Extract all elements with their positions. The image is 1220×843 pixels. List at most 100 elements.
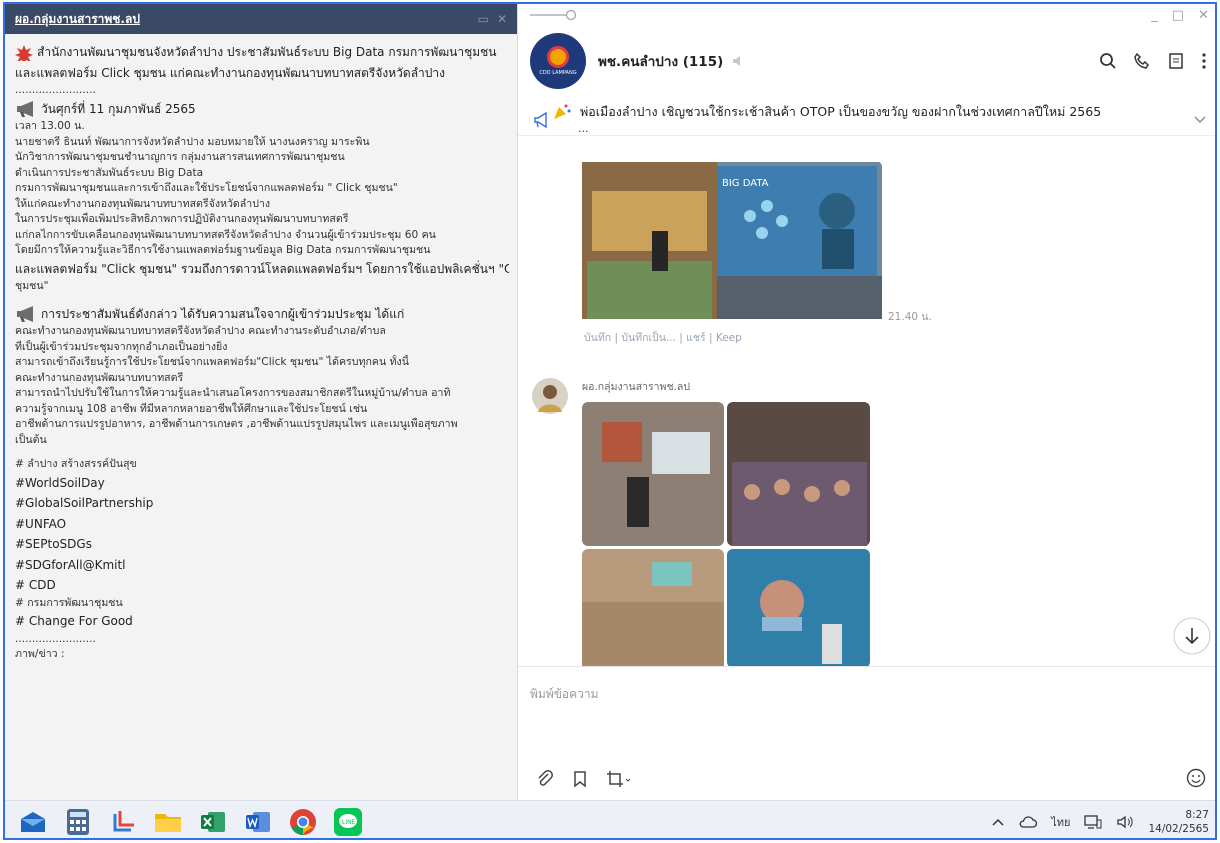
message-input[interactable]: พิมพ์ข้อความ xyxy=(530,685,599,704)
more-menu-icon[interactable] xyxy=(1201,52,1207,70)
note-line-text: กรมการพัฒนาชุมชนและการเข้าถึงและใช้ประโย… xyxy=(15,182,398,194)
note-line-text: ให้แก่คณะทำงานกองทุนพัฒนาบทบาทสตรีจังหวั… xyxy=(15,197,271,210)
note-line-text: และแพลตฟอร์ม "Click ชุมชน" รวมถึงการดาวน… xyxy=(15,261,509,276)
note-line-text: สามารถนำไปปรับใช้ในการให้ความรู้และนำเสน… xyxy=(15,387,451,399)
starburst-icon xyxy=(15,44,33,61)
note-line-text: ........................ xyxy=(15,632,96,645)
note-line: คณะทำงานกองทุนพัฒนาบทบาทสตรีจังหวัดลำปาง… xyxy=(15,324,509,340)
note-line: #SEPtoSDGs xyxy=(15,534,509,555)
notes-icon[interactable] xyxy=(1167,52,1185,70)
cloud-icon[interactable] xyxy=(1019,815,1038,829)
chat-header: CDD LAMPANG พช.คนลำปาง (115) xyxy=(518,26,1215,96)
photo-grid[interactable] xyxy=(582,402,870,666)
note-body[interactable]: สำนักงานพัฒนาชุมชนจังหวัดลำปาง ประชาสัมพ… xyxy=(5,34,517,800)
maximize-icon[interactable]: □ xyxy=(1172,8,1184,23)
note-line-text: ........................ xyxy=(15,84,96,96)
clock-time: 8:27 xyxy=(1185,808,1209,821)
clock-date: 14/02/2565 xyxy=(1148,822,1209,835)
note-line: เป็นต้น xyxy=(15,433,509,449)
language-indicator[interactable]: ไทย xyxy=(1051,813,1070,831)
message-list[interactable]: BIG DATA 21.40 น. บันทึก | บันทึกเป็น...… xyxy=(518,162,1215,666)
pin-slider-icon[interactable] xyxy=(528,8,578,22)
snipping-tool-app-icon[interactable] xyxy=(106,805,140,839)
note-line: และแพลตฟอร์ม Click ชุมชน แก่คณะทำงานกองท… xyxy=(15,63,509,84)
note-window: ผอ.กลุ่มงานสาราพช.ลป ▭ ✕ สำนักงานพัฒนาชุ… xyxy=(5,4,517,800)
restore-icon[interactable]: ▭ xyxy=(478,12,489,26)
mail-app-icon[interactable] xyxy=(16,805,50,839)
note-line-text: วันศุกร์ที่ 11 กุมภาพันธ์ 2565 xyxy=(41,101,196,116)
announcement-more: ... xyxy=(578,122,589,135)
note-line: ในการประชุมเพื่อเพิ่มประสิทธิภาพการปฏิบั… xyxy=(15,212,509,228)
note-line-text: # ลำปาง สร้างสรรค์ปันสุข xyxy=(15,458,137,470)
note-line xyxy=(15,295,509,304)
megaphone-icon xyxy=(17,306,33,322)
announcement-bar[interactable]: พ่อเมืองลำปาง เชิญชวนใช้กระเช้าสินค้า OT… xyxy=(518,96,1215,136)
svg-text:LINE: LINE xyxy=(342,819,356,826)
group-name[interactable]: พช.คนลำปาง (115) xyxy=(598,50,723,72)
group-avatar[interactable]: CDD LAMPANG xyxy=(530,33,586,89)
note-title-bar[interactable]: ผอ.กลุ่มงานสาราพช.ลป ▭ ✕ xyxy=(5,4,517,34)
note-line-text: # CDD xyxy=(15,578,56,592)
note-line-text: ที่เป็นผู้เข้าร่วมประชุมจากทุกอำเภอเป็นอ… xyxy=(15,340,228,353)
close-window-icon[interactable]: ✕ xyxy=(1198,8,1209,23)
message-composer[interactable]: พิมพ์ข้อความ xyxy=(518,666,1215,800)
scroll-down-button[interactable] xyxy=(1172,616,1212,656)
chevron-up-icon[interactable] xyxy=(991,815,1005,829)
note-line: ที่เป็นผู้เข้าร่วมประชุมจากทุกอำเภอเป็นอ… xyxy=(15,340,509,356)
note-line-text: #SEPtoSDGs xyxy=(15,537,92,551)
note-line: # ลำปาง สร้างสรรค์ปันสุข xyxy=(15,457,509,473)
note-line-text: #GlobalSoilPartnership xyxy=(15,496,154,510)
note-line xyxy=(15,448,509,457)
system-tray: ไทย 8:27 14/02/2565 xyxy=(991,808,1215,836)
note-line-text: #WorldSoilDay xyxy=(15,475,105,490)
note-line: นายชาตรี ธินนท์ พัฒนาการจังหวัดลำปาง มอบ… xyxy=(15,135,509,151)
note-line: อาชีพด้านการแปรรูปอาหาร, อาชีพด้านการเกษ… xyxy=(15,417,509,433)
note-line-text: และแพลตฟอร์ม Click ชุมชน แก่คณะทำงานกองท… xyxy=(15,65,446,80)
chevron-down-icon[interactable] xyxy=(1193,112,1207,126)
note-line: คณะทำงานกองทุนพัฒนาบทบาทสตรี xyxy=(15,371,509,387)
note-line: ชุมชน" xyxy=(15,279,509,295)
megaphone-icon xyxy=(17,101,33,117)
note-title: ผอ.กลุ่มงานสาราพช.ลป xyxy=(15,11,140,26)
note-line: นักวิชาการพัฒนาชุมชนชำนาญการ กลุ่มงานสาร… xyxy=(15,150,509,166)
note-line-text: ความรู้จากเมนู 108 อาชีพ ที่มีหลากหลายอา… xyxy=(15,402,368,415)
note-line: โดยมีการให้ความรู้และวิธีการใช้งานแพลตฟอ… xyxy=(15,243,509,259)
note-line: ความรู้จากเมนู 108 อาชีพ ที่มีหลากหลายอา… xyxy=(15,402,509,418)
message-actions[interactable]: บันทึก | บันทึกเป็น... | แชร์ | Keep xyxy=(584,329,742,346)
minimize-icon[interactable]: _ xyxy=(1151,8,1158,23)
screen: ผอ.กลุ่มงานสาราพช.ลป ▭ ✕ สำนักงานพัฒนาชุ… xyxy=(3,2,1217,840)
close-icon[interactable]: ✕ xyxy=(497,12,507,26)
sender-name: ผอ.กลุ่มงานสาราพช.ลป xyxy=(582,381,691,393)
word-app-icon[interactable] xyxy=(241,805,275,839)
phone-icon[interactable] xyxy=(1133,52,1151,70)
network-icon[interactable] xyxy=(1084,814,1102,830)
emoji-icon[interactable] xyxy=(1186,768,1206,788)
calculator-app-icon[interactable] xyxy=(61,805,95,839)
bookmark-icon[interactable] xyxy=(572,770,588,788)
meeting-slide-photo[interactable]: BIG DATA xyxy=(582,162,882,319)
note-line-text: ดำเนินการประชาสัมพันธ์ระบบ Big Data xyxy=(15,166,204,179)
clock[interactable]: 8:27 14/02/2565 xyxy=(1148,808,1209,836)
chrome-app-icon[interactable] xyxy=(286,805,320,839)
slide-title: BIG DATA xyxy=(722,178,769,189)
line-app-icon[interactable]: LINE xyxy=(331,805,365,839)
note-line-text: เป็นต้น xyxy=(15,433,47,446)
note-line: สามารถเข้าถึงเรียนรู้การใช้ประโยชน์จากแพ… xyxy=(15,355,509,371)
note-line-text: คณะทำงานกองทุนพัฒนาบทบาทสตรีจังหวัดลำปาง… xyxy=(15,325,386,337)
note-line-text: #UNFAO xyxy=(15,516,67,531)
screenshot-icon[interactable] xyxy=(606,770,632,788)
note-line: สามารถนำไปปรับใช้ในการให้ความรู้และนำเสน… xyxy=(15,386,509,402)
volume-icon[interactable] xyxy=(1116,814,1134,830)
sender-avatar[interactable] xyxy=(532,378,568,414)
note-line: ........................ xyxy=(15,83,509,99)
note-line: #UNFAO xyxy=(15,514,509,535)
note-line-text: # กรมการพัฒนาชุมชน xyxy=(15,596,123,609)
note-line: ........................ xyxy=(15,632,509,648)
file-explorer-app-icon[interactable] xyxy=(151,805,185,839)
note-line-text: สำนักงานพัฒนาชุมชนจังหวัดลำปาง ประชาสัมพ… xyxy=(37,45,497,59)
excel-app-icon[interactable] xyxy=(196,805,230,839)
mute-icon xyxy=(733,56,741,66)
search-icon[interactable] xyxy=(1099,52,1117,70)
attachment-icon[interactable] xyxy=(536,770,554,788)
announcement-text: พ่อเมืองลำปาง เชิญชวนใช้กระเช้าสินค้า OT… xyxy=(580,104,1102,119)
